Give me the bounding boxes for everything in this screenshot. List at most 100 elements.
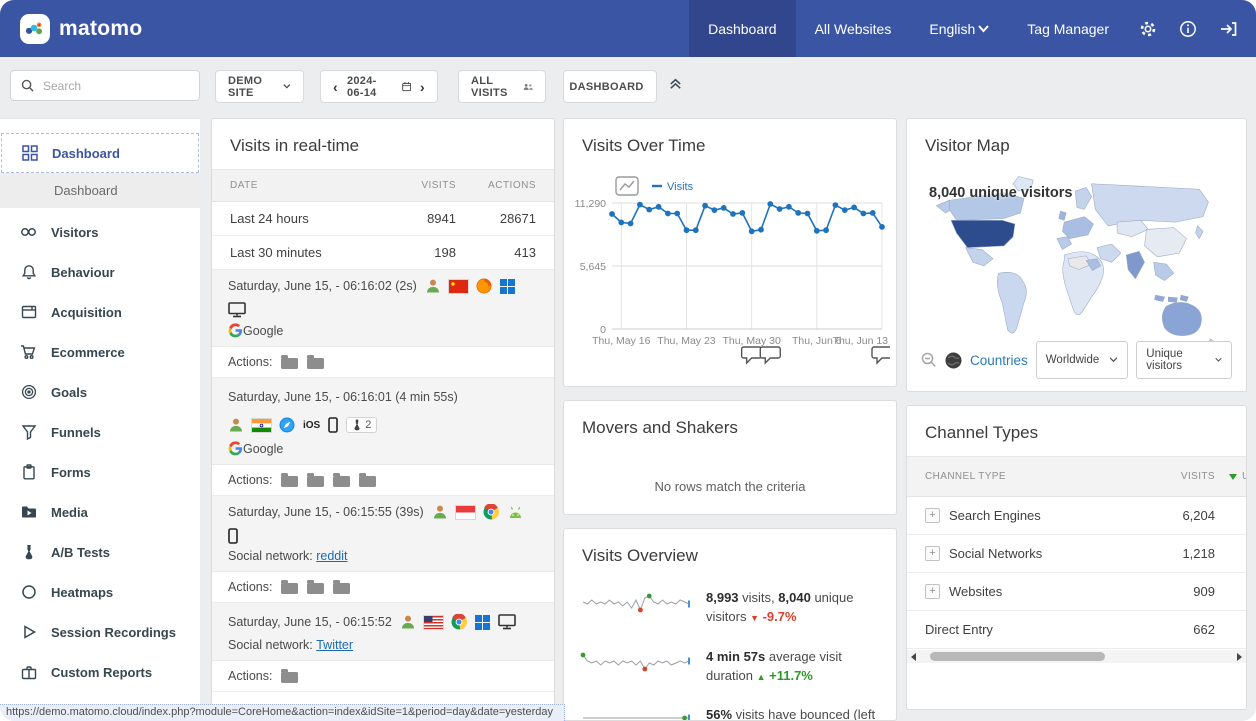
site-selector-button[interactable]: DEMO SITE xyxy=(215,70,304,103)
visit-actions-row: Actions: xyxy=(212,465,554,496)
visit-row[interactable]: Saturday, June 15, - 06:16:02 (2s)Google xyxy=(212,270,554,347)
widget-title: Channel Types xyxy=(907,406,1246,456)
svg-text:Thu, May 30: Thu, May 30 xyxy=(722,335,781,347)
channel-row-search-engines[interactable]: +Search Engines 6,204 5,93 xyxy=(907,497,1246,535)
scroll-left-icon[interactable] xyxy=(911,653,916,661)
region-select[interactable]: Worldwide xyxy=(1036,341,1128,379)
zoom-out-icon[interactable] xyxy=(921,352,937,368)
sidebar-item-label: Media xyxy=(51,505,88,520)
channel-row-direct-entry[interactable]: Direct Entry 662 61 xyxy=(907,611,1246,649)
overview-metric-text: 4 min 57s average visit duration ▲ +11.7… xyxy=(706,648,880,686)
funnels-icon xyxy=(20,424,37,440)
page-folder-icon[interactable] xyxy=(281,358,298,369)
flag-in-icon xyxy=(252,419,271,432)
sidebar-item-label: A/B Tests xyxy=(51,545,110,560)
nav-item-all-websites[interactable]: All Websites xyxy=(796,0,911,57)
sidebar-item-visitors[interactable]: Visitors xyxy=(0,212,200,252)
visit-row[interactable]: Saturday, June 15, - 06:15:55 (39s)Socia… xyxy=(212,496,554,572)
sidebar-item-label: Ecommerce xyxy=(51,345,125,360)
metric-select-value: Unique visitors xyxy=(1146,348,1205,372)
sidebar-item-label: Forms xyxy=(51,465,91,480)
channels-table-header: CHANNEL TYPE VISITS UNIQUE VISITOR xyxy=(907,456,1246,497)
nav-item-english[interactable]: English xyxy=(910,0,1008,57)
channel-row-websites[interactable]: +Websites 909 90 xyxy=(907,573,1246,611)
empty-message: No rows match the criteria xyxy=(564,479,896,494)
sidebar-item-a-b-tests[interactable]: A/B Tests xyxy=(0,532,200,572)
page-folder-icon[interactable] xyxy=(307,583,324,594)
signout-button[interactable] xyxy=(1208,0,1248,57)
expand-icon[interactable]: + xyxy=(925,546,940,561)
scrollbar-thumb[interactable] xyxy=(930,652,1105,661)
page-folder-icon[interactable] xyxy=(281,672,298,683)
sidebar-item-goals[interactable]: Goals xyxy=(0,372,200,412)
dashboard-selector-button[interactable]: DASHBOARD xyxy=(563,70,657,103)
summary-row[interactable]: Last 24 hours 8941 28671 xyxy=(212,202,554,236)
page-folder-icon[interactable] xyxy=(333,476,350,487)
safari-icon xyxy=(279,417,295,433)
users-icon xyxy=(523,82,533,92)
gear-icon xyxy=(1139,20,1157,38)
date-range-button[interactable]: ‹ 2024-06-14 › xyxy=(320,70,438,103)
search-input[interactable] xyxy=(41,78,175,94)
sidebar-item-label: Visitors xyxy=(51,225,98,240)
overview-metric-row: 4 min 57s average visit duration ▲ +11.7… xyxy=(564,638,896,697)
col-channel-type[interactable]: CHANNEL TYPE xyxy=(925,471,1100,482)
nav-item-dashboard[interactable]: Dashboard xyxy=(689,0,796,57)
page-folder-icon[interactable] xyxy=(359,476,376,487)
expand-icon[interactable]: + xyxy=(925,508,940,523)
widget-title: Visits Overview xyxy=(564,529,896,579)
countries-link[interactable]: Countries xyxy=(970,353,1028,368)
chrome-icon xyxy=(483,504,499,520)
dashboard-icon xyxy=(21,145,38,161)
referrer-link[interactable]: Twitter xyxy=(316,638,353,652)
col-actions: ACTIONS xyxy=(456,180,536,191)
sidebar-item-forms[interactable]: Forms xyxy=(0,452,200,492)
horizontal-scrollbar[interactable] xyxy=(907,650,1246,663)
reports-icon xyxy=(20,665,37,680)
page-folder-icon[interactable] xyxy=(307,476,324,487)
summary-row[interactable]: Last 30 minutes 198 413 xyxy=(212,236,554,270)
sidebar-item-heatmaps[interactable]: Heatmaps xyxy=(0,572,200,612)
sidebar-item-behaviour[interactable]: Behaviour xyxy=(0,252,200,292)
col-visits[interactable]: VISITS xyxy=(1100,471,1215,482)
sparkline[interactable] xyxy=(580,648,692,672)
sidebar-item-acquisition[interactable]: Acquisition xyxy=(0,292,200,332)
page-folder-icon[interactable] xyxy=(281,583,298,594)
metric-select[interactable]: Unique visitors xyxy=(1136,341,1232,379)
sidebar-item-label: Acquisition xyxy=(51,305,122,320)
sidebar-item-dashboard[interactable]: Dashboard xyxy=(0,173,200,208)
sidebar-item-custom-reports[interactable]: Custom Reports xyxy=(0,652,200,692)
ios-label: iOS xyxy=(303,420,320,431)
info-icon xyxy=(1179,20,1197,38)
visits-over-time-chart[interactable]: 05,64511,290Thu, May 16Thu, May 23Thu, M… xyxy=(564,169,896,375)
brand[interactable]: matomo xyxy=(0,14,142,44)
collapse-header-icon[interactable] xyxy=(668,76,683,91)
sidebar-item-funnels[interactable]: Funnels xyxy=(0,412,200,452)
movers-shakers-widget: Movers and Shakers No rows match the cri… xyxy=(563,400,897,515)
widget-title: Movers and Shakers xyxy=(564,401,896,451)
sidebar-item-media[interactable]: Media xyxy=(0,492,200,532)
col-unique-visitors[interactable]: UNIQUE VISITOR xyxy=(1242,471,1246,482)
sidebar-item-ecommerce[interactable]: Ecommerce xyxy=(0,332,200,372)
sparkline[interactable] xyxy=(580,589,692,613)
sidebar-item-session-recordings[interactable]: Session Recordings xyxy=(0,612,200,652)
expand-icon[interactable]: + xyxy=(925,584,940,599)
nav-item-tag-manager[interactable]: Tag Manager xyxy=(1008,0,1128,57)
sparkline[interactable] xyxy=(580,706,692,721)
sidebar-item-dashboard[interactable]: Dashboard xyxy=(1,133,199,173)
referrer-link[interactable]: reddit xyxy=(316,549,347,563)
page-folder-icon[interactable] xyxy=(307,358,324,369)
visit-row[interactable]: Saturday, June 15, - 06:16:01 (4 min 55s… xyxy=(212,378,554,465)
segment-selector-button[interactable]: ALL VISITS xyxy=(458,70,546,103)
channel-row-social-networks[interactable]: +Social Networks 1,218 1,20 xyxy=(907,535,1246,573)
help-button[interactable] xyxy=(1168,0,1208,57)
visit-row[interactable]: Saturday, June 15, - 06:15:52Social netw… xyxy=(212,603,554,661)
search-box[interactable] xyxy=(10,70,200,101)
scroll-right-icon[interactable] xyxy=(1237,653,1242,661)
prev-date-arrow-icon[interactable]: ‹ xyxy=(333,79,338,95)
settings-button[interactable] xyxy=(1128,0,1168,57)
page-folder-icon[interactable] xyxy=(281,476,298,487)
next-date-arrow-icon[interactable]: › xyxy=(420,79,425,95)
summary-label: Last 24 hours xyxy=(230,211,386,226)
page-folder-icon[interactable] xyxy=(333,583,350,594)
